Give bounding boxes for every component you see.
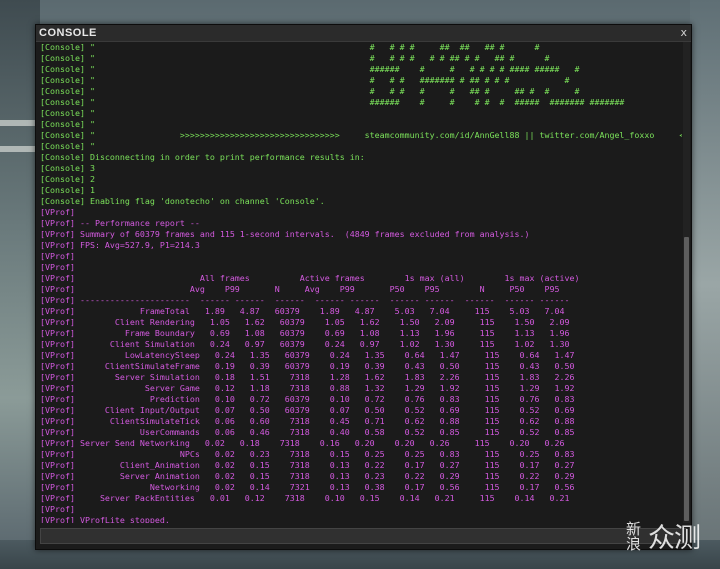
- console-line: [VProf] Avg P99 N Avg P99 P50 P95 N P50 …: [40, 284, 560, 294]
- console-window: CONSOLE x [Console] " # # # # ## ## ## #…: [35, 24, 692, 550]
- console-line: [Console] Disconnecting in order to prin…: [40, 152, 365, 162]
- console-line: [VProf] Client Simulation 0.24 0.97 6037…: [40, 339, 570, 349]
- console-line: [VProf] All frames Active frames 1s max …: [40, 273, 580, 283]
- console-titlebar[interactable]: CONSOLE x: [36, 25, 691, 42]
- console-line: [VProf] Networking 0.02 0.14 7321 0.13 0…: [40, 482, 575, 492]
- console-line: [Console] " # # # ####### # ## # # # #: [40, 75, 570, 85]
- console-line: [VProf] LowLatencySleep 0.24 1.35 60379 …: [40, 350, 575, 360]
- console-line: [VProf] UserCommands 0.06 0.46 7318 0.40…: [40, 427, 575, 437]
- background-scene-right: [690, 0, 720, 569]
- watermark-text-2: 众测: [648, 523, 701, 554]
- console-line: [VProf] Server Game 0.12 1.18 7318 0.88 …: [40, 383, 575, 393]
- console-line: [VProf] Summary of 60379 frames and 115 …: [40, 229, 530, 239]
- console-line: [Console] 3: [40, 163, 95, 173]
- console-output[interactable]: [Console] " # # # # ## ## ## # # [Console…: [40, 42, 682, 523]
- close-icon[interactable]: x: [680, 26, 687, 39]
- console-line: [VProf]: [40, 262, 75, 272]
- console-line: [Console] 2: [40, 174, 95, 184]
- console-line: [VProf] Client_Animation 0.02 0.15 7318 …: [40, 460, 575, 470]
- console-line: [VProf] FPS: Avg=527.9, P1=214.3: [40, 240, 200, 250]
- console-line: [Console] Enabling flag 'donotecho' on c…: [40, 196, 325, 206]
- scene-stripe: [0, 146, 40, 152]
- console-line: [VProf] Client Input/Output 0.07 0.50 60…: [40, 405, 575, 415]
- console-line: [VProf] Server Animation 0.02 0.15 7318 …: [40, 471, 575, 481]
- console-line: [VProf] -- Performance report --: [40, 218, 200, 228]
- watermark-text-1: 新浪: [626, 520, 642, 553]
- console-line: [VProf]: [40, 207, 75, 217]
- console-line: [VProf]: [40, 504, 75, 514]
- console-line: [Console] " ###### # # # # # # #### ####…: [40, 64, 580, 74]
- console-line: [VProf] ClientSimulateFrame 0.19 0.39 60…: [40, 361, 575, 371]
- console-line: [VProf] Server Send Networking 0.02 0.18…: [40, 438, 565, 448]
- console-line: [VProf]: [40, 251, 75, 261]
- console-line: [Console] ": [40, 141, 95, 151]
- scrollbar-thumb[interactable]: [684, 237, 689, 521]
- console-line: [Console] " # # # # # # ## # # ## # #: [40, 53, 550, 63]
- console-title: CONSOLE: [39, 27, 97, 39]
- console-line: [Console] " ###### # # # # # ##### #####…: [40, 97, 625, 107]
- console-line: [VProf] ClientSimulateTick 0.06 0.60 731…: [40, 416, 575, 426]
- console-line: [VProf] Frame Boundary 0.69 1.08 60379 0…: [40, 328, 570, 338]
- console-line: [Console] " # # # # # ## # ## # # #: [40, 86, 580, 96]
- console-line: [Console] ": [40, 108, 95, 118]
- console-line: [Console] ": [40, 119, 95, 129]
- watermark-logo: 新浪 众测: [626, 520, 716, 560]
- console-line: [Console] " # # # # ## ## ## # #: [40, 42, 540, 52]
- console-line: [Console] " >>>>>>>>>>>>>>>>>>>>>>>>>>>>…: [40, 130, 682, 140]
- console-line: [VProf] Prediction 0.10 0.72 60379 0.10 …: [40, 394, 575, 404]
- console-line: [VProf] Client Rendering 1.05 1.62 60379…: [40, 317, 570, 327]
- console-line: [VProf] ---------------------- ------ --…: [40, 295, 570, 305]
- background-scene-left: [0, 0, 40, 569]
- console-line: [Console] 1: [40, 185, 95, 195]
- console-line: [VProf] NPCs 0.02 0.23 7318 0.15 0.25 0.…: [40, 449, 575, 459]
- console-line: [VProf] VProfLite stopped.: [40, 515, 170, 523]
- console-command-input[interactable]: [40, 528, 687, 544]
- console-line: [VProf] FrameTotal 1.89 4.87 60379 1.89 …: [40, 306, 565, 316]
- scene-stripe: [0, 120, 40, 126]
- console-line: [VProf] Server PackEntities 0.01 0.12 73…: [40, 493, 570, 503]
- console-line: [VProf] Server Simulation 0.18 1.51 7318…: [40, 372, 575, 382]
